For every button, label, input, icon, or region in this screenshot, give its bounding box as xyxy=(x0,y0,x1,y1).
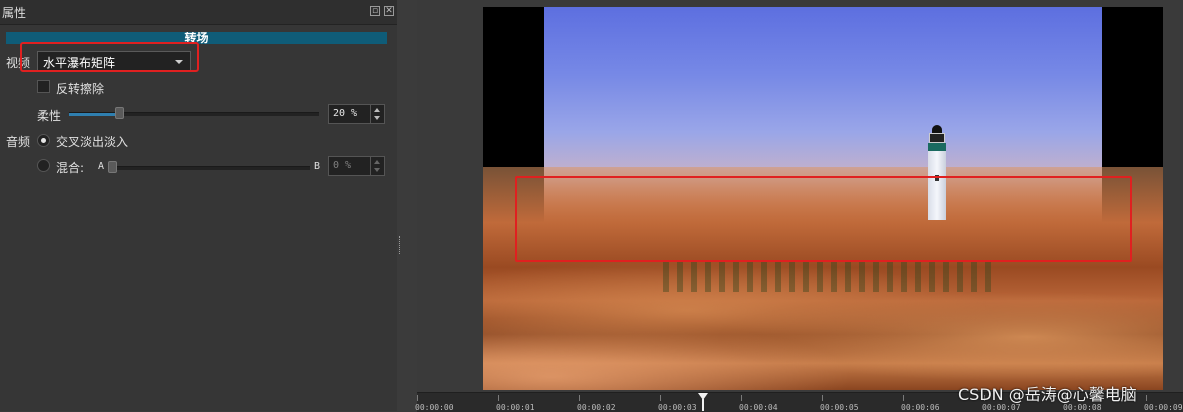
mix-label: 混合: xyxy=(56,161,85,175)
timeline-tick-mark xyxy=(660,395,661,401)
close-icon[interactable]: ✕ xyxy=(384,6,394,16)
mix-b-label: B xyxy=(314,161,321,172)
highlight-box-preview xyxy=(515,176,1132,262)
mix-radio[interactable] xyxy=(37,159,50,172)
panel-titlebar: 属性 ▫ ✕ xyxy=(0,0,397,25)
float-icon[interactable]: ▫ xyxy=(370,6,380,16)
splitter-grip-icon[interactable] xyxy=(399,236,402,254)
highlight-box-effect xyxy=(20,42,199,72)
timeline-tick-mark xyxy=(1146,395,1147,401)
softness-value: 20 % xyxy=(333,108,358,119)
mix-spinbox[interactable]: 0 % xyxy=(328,156,385,176)
softness-label: 柔性 xyxy=(37,109,62,123)
reverse-wipe-checkbox[interactable] xyxy=(37,80,50,93)
timeline-tick-mark xyxy=(498,395,499,401)
timeline-tick-mark xyxy=(822,395,823,401)
reverse-wipe-label: 反转擦除 xyxy=(56,82,105,96)
spin-buttons[interactable] xyxy=(370,157,384,175)
mix-slider[interactable] xyxy=(112,166,310,170)
softness-slider[interactable] xyxy=(69,112,319,116)
watermark: CSDN @岳涛@心馨电脑 xyxy=(958,385,1137,404)
spin-buttons[interactable] xyxy=(370,105,384,123)
softness-slider-handle[interactable] xyxy=(115,107,124,119)
mix-slider-handle[interactable] xyxy=(108,161,117,173)
arrow-down-icon[interactable] xyxy=(374,116,380,120)
arrow-up-icon[interactable] xyxy=(374,108,380,112)
crossfade-label: 交叉淡出淡入 xyxy=(56,135,129,149)
panel-splitter[interactable] xyxy=(397,0,417,411)
preview-vegetation xyxy=(663,262,993,292)
timeline-tick-mark xyxy=(741,395,742,401)
crossfade-radio[interactable] xyxy=(37,134,50,147)
timeline-tick-mark xyxy=(417,395,418,401)
audio-label: 音频 xyxy=(6,135,31,149)
arrow-up-icon[interactable] xyxy=(374,160,380,164)
properties-panel: 属性 ▫ ✕ 转场 视频 水平瀑布矩阵 反转擦除 柔性 20 % 音频 交叉淡出… xyxy=(0,0,397,411)
playhead-line[interactable] xyxy=(702,399,704,411)
softness-spinbox[interactable]: 20 % xyxy=(328,104,385,124)
softness-slider-fill xyxy=(69,113,119,116)
mix-value: 0 % xyxy=(333,160,352,171)
panel-title: 属性 xyxy=(2,6,27,20)
timeline-tick-mark xyxy=(903,395,904,401)
arrow-down-icon[interactable] xyxy=(374,168,380,172)
mix-a-label: A xyxy=(98,161,105,172)
timeline-tick-mark xyxy=(579,395,580,401)
